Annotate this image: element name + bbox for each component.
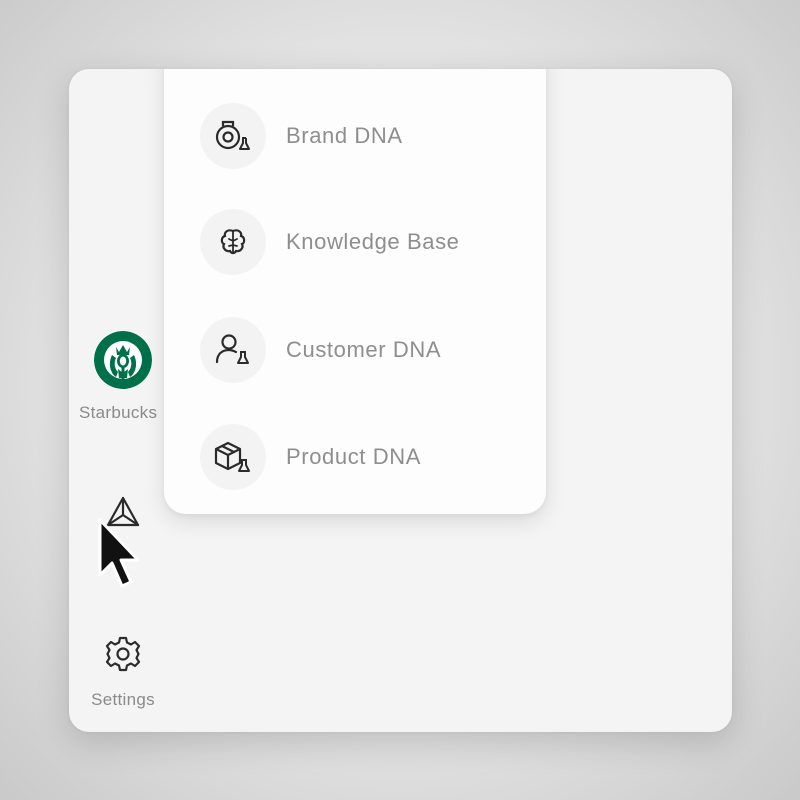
app-window: Starbucks Settings Brand DNA Knowledge B… xyxy=(69,69,732,732)
menu-item-product-dna[interactable]: Product DNA xyxy=(200,422,520,492)
settings-button[interactable] xyxy=(103,634,143,674)
menu-item-label: Product DNA xyxy=(286,444,421,469)
customer-dna-icon xyxy=(215,334,249,364)
dna-dropdown-menu: Brand DNA Knowledge Base Customer DNA Pr… xyxy=(164,69,546,514)
product-dna-icon xyxy=(214,441,250,472)
menu-icon-container xyxy=(200,209,266,275)
menu-item-brand-dna[interactable]: Brand DNA xyxy=(200,101,520,171)
dna-menu-button[interactable] xyxy=(103,493,143,533)
menu-icon-container xyxy=(200,424,266,490)
dna-triangle-icon xyxy=(106,496,140,527)
starbucks-siren-logo xyxy=(94,331,152,389)
settings-label: Settings xyxy=(91,690,155,709)
menu-item-label: Brand DNA xyxy=(286,123,403,148)
menu-item-knowledge-base[interactable]: Knowledge Base xyxy=(200,207,520,277)
brain-icon xyxy=(220,229,246,255)
starbucks-logo-icon[interactable] xyxy=(94,331,152,389)
workspace-switcher[interactable]: Starbucks xyxy=(69,331,177,423)
menu-item-label: Customer DNA xyxy=(286,337,442,362)
gear-icon xyxy=(105,636,141,672)
menu-item-customer-dna[interactable]: Customer DNA xyxy=(200,315,520,385)
menu-icon-container xyxy=(200,317,266,383)
menu-icon-container xyxy=(200,103,266,169)
menu-item-label: Knowledge Base xyxy=(286,229,460,254)
sidebar: Starbucks Settings xyxy=(69,69,177,732)
brand-dna-icon xyxy=(215,120,250,150)
workspace-name: Starbucks xyxy=(79,403,158,422)
